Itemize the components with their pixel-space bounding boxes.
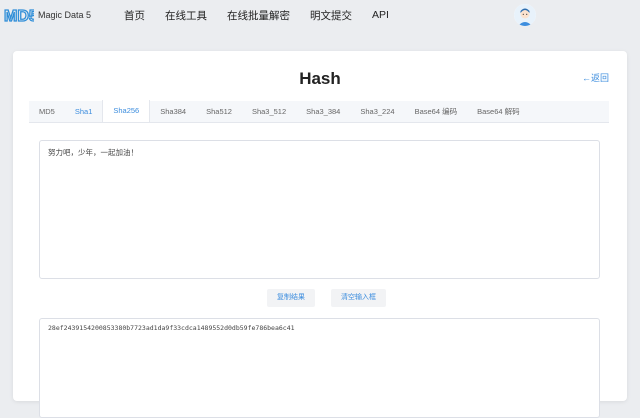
main-nav: 首页 在线工具 在线批量解密 明文提交 API xyxy=(124,0,409,30)
tab-sha1[interactable]: Sha1 xyxy=(65,101,103,122)
logo-icon: MD5 xyxy=(3,4,38,26)
tab-sha3-224[interactable]: Sha3_224 xyxy=(350,101,404,122)
tab-sha256[interactable]: Sha256 xyxy=(102,100,151,122)
tab-sha512[interactable]: Sha512 xyxy=(196,101,242,122)
nav-plaintext-submit[interactable]: 明文提交 xyxy=(310,8,352,23)
tab-sha3-512[interactable]: Sha3_512 xyxy=(242,101,296,122)
clear-input-button[interactable]: 清空输入框 xyxy=(331,289,386,307)
page-title: Hash xyxy=(299,69,341,88)
tab-base64-decode[interactable]: Base64 解码 xyxy=(467,101,530,122)
back-link[interactable]: ←返回 xyxy=(582,71,609,84)
tab-md5[interactable]: MD5 xyxy=(29,101,65,122)
logo[interactable]: MD5 Magic Data 5 xyxy=(3,4,92,26)
nav-api[interactable]: API xyxy=(372,9,389,21)
nav-home[interactable]: 首页 xyxy=(124,8,145,23)
top-bar: MD5 Magic Data 5 首页 在线工具 在线批量解密 明文提交 API xyxy=(0,0,640,30)
avatar-icon[interactable] xyxy=(514,4,536,26)
tab-sha384[interactable]: Sha384 xyxy=(150,101,196,122)
nav-online-tools[interactable]: 在线工具 xyxy=(165,8,207,23)
tab-base64-encode[interactable]: Base64 编码 xyxy=(405,101,468,122)
nav-batch-decrypt[interactable]: 在线批量解密 xyxy=(227,8,290,23)
plaintext-input[interactable]: 努力吧，少年，一起加油！ xyxy=(39,140,600,279)
brand-name: Magic Data 5 xyxy=(38,10,92,20)
hash-tool-card: Hash ←返回 MD5 Sha1 Sha256 Sha384 Sha512 S… xyxy=(13,51,627,418)
hash-tabs: MD5 Sha1 Sha256 Sha384 Sha512 Sha3_512 S… xyxy=(29,100,609,123)
hash-output[interactable]: 28ef2439154200853380b7723ad1da9f33cdca14… xyxy=(39,318,600,418)
logo-mark-text: MD5 xyxy=(4,8,34,25)
tab-sha3-384[interactable]: Sha3_384 xyxy=(296,101,350,122)
copy-result-button[interactable]: 复制结果 xyxy=(267,289,315,307)
